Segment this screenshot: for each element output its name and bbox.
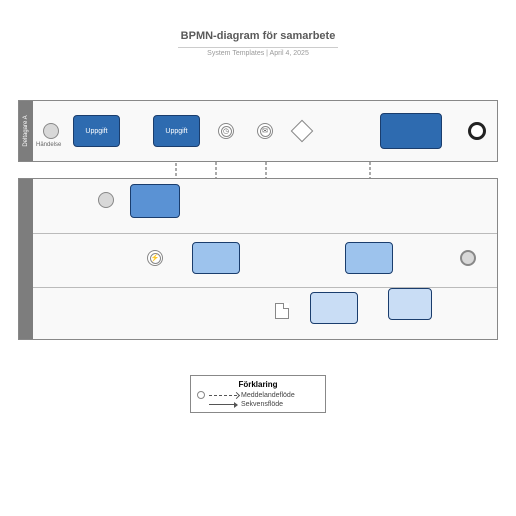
legend-row-sequence: Sekvensflöde (197, 401, 319, 408)
task-b5 (388, 288, 432, 320)
intermediate-event-icon: ⚡ (147, 250, 163, 266)
start-event-b (98, 192, 114, 208)
task-b1 (130, 184, 180, 218)
end-event-b (460, 250, 476, 266)
legend-dashed-line-icon (209, 395, 237, 396)
pool-a-header: Deltagare A (19, 101, 33, 161)
pool-a-label: Deltagare A (23, 115, 29, 146)
document-icon (275, 303, 289, 319)
lane-divider (33, 233, 497, 234)
task-a1: Uppgift (73, 115, 120, 147)
start-event (43, 123, 59, 139)
legend: Förklaring Meddelandeflöde Sekvensflöde (190, 375, 326, 413)
task-a2: Uppgift (153, 115, 200, 147)
task-a3 (380, 113, 442, 149)
legend-row-message: Meddelandeflöde (197, 391, 319, 399)
task-b3 (345, 242, 393, 274)
legend-title: Förklaring (197, 380, 319, 389)
end-event-a (468, 122, 486, 140)
message-event-icon: ✉ (257, 123, 273, 139)
legend-sequence-label: Sekvensflöde (241, 401, 283, 408)
task-b2 (192, 242, 240, 274)
diagram-header: BPMN-diagram för samarbete System Templa… (0, 0, 516, 60)
pool-b-header (19, 179, 33, 339)
diagram-canvas: Deltagare A Händelse Uppgift Uppgift ◷ ✉… (0, 60, 516, 440)
timer-event-icon: ◷ (218, 123, 234, 139)
diagram-title: BPMN-diagram för samarbete (0, 30, 516, 42)
legend-circle-icon (197, 391, 205, 399)
legend-message-label: Meddelandeflöde (241, 392, 295, 399)
start-event-label: Händelse (36, 142, 61, 148)
diagram-subtitle: System Templates | April 4, 2025 (178, 47, 338, 57)
legend-solid-line-icon (209, 404, 237, 405)
task-b4 (310, 292, 358, 324)
